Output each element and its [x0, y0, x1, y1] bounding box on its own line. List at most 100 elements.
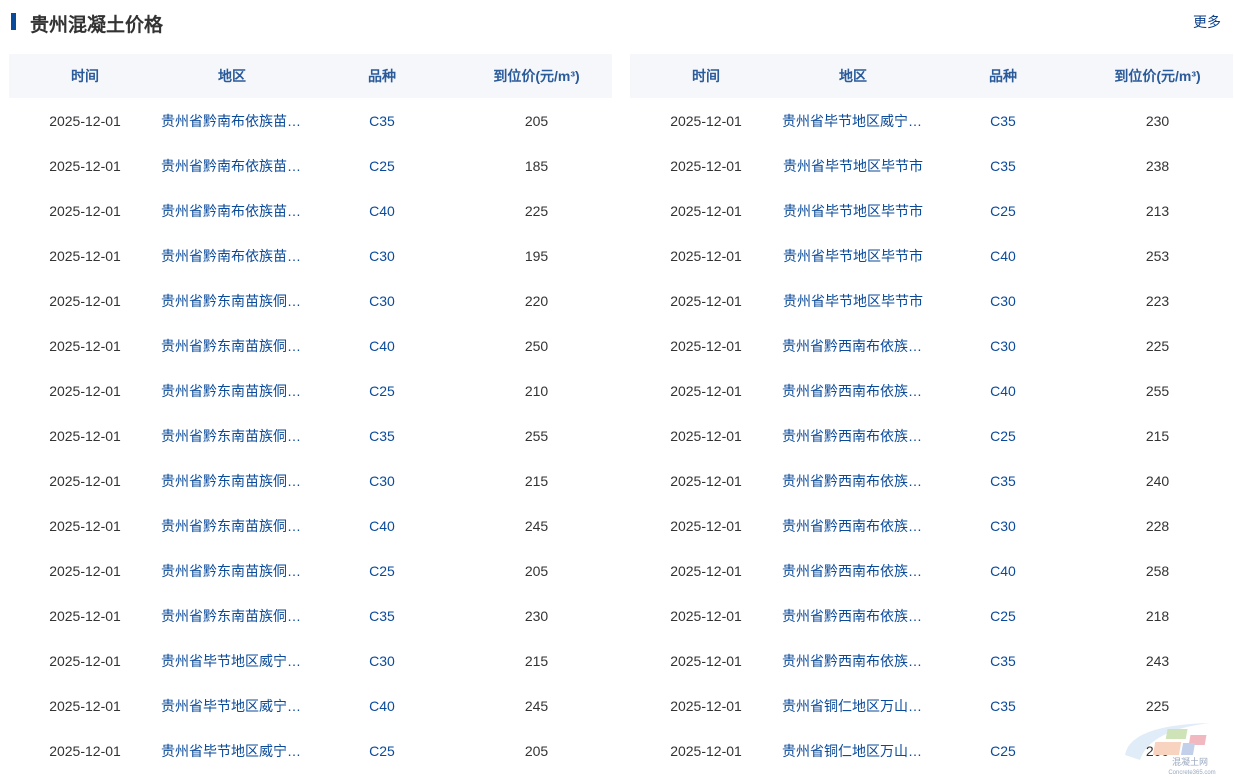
price-cell: 238	[1145, 157, 1170, 174]
grade-link[interactable]: C25	[924, 608, 1082, 624]
grade-link[interactable]: C25	[924, 743, 1082, 759]
header-grade: 品种	[989, 68, 1017, 84]
region-link[interactable]: 贵州省黔东南苗族侗族...	[161, 471, 303, 491]
grade-link[interactable]: C35	[924, 113, 1082, 129]
table-row: 2025-12-01 贵州省黔东南苗族侗族... C40 250	[9, 323, 612, 368]
grade-link[interactable]: C30	[303, 293, 461, 309]
price-cell: 215	[524, 472, 549, 489]
table-row: 2025-12-01 贵州省黔西南布依族苗... C25 218	[630, 593, 1233, 638]
region-link[interactable]: 贵州省铜仁地区万山特区	[782, 741, 924, 761]
grade-link[interactable]: C35	[924, 653, 1082, 669]
region-link[interactable]: 贵州省黔东南苗族侗族...	[161, 336, 303, 356]
table-row: 2025-12-01 贵州省毕节地区威宁彝... C30 215	[9, 638, 612, 683]
region-link[interactable]: 贵州省毕节地区威宁彝...	[161, 651, 303, 671]
grade-link[interactable]: C30	[924, 338, 1082, 354]
region-link[interactable]: 贵州省黔西南布依族苗...	[782, 516, 924, 536]
region-link[interactable]: 贵州省毕节地区毕节市	[782, 201, 924, 221]
table-row: 2025-12-01 贵州省毕节地区毕节市 C30 223	[630, 278, 1233, 323]
date-cell: 2025-12-01	[670, 742, 742, 759]
table-row: 2025-12-01 贵州省毕节地区威宁彝... C25 205	[9, 728, 612, 773]
grade-link[interactable]: C40	[924, 248, 1082, 264]
grade-link[interactable]: C40	[924, 563, 1082, 579]
grade-link[interactable]: C30	[303, 473, 461, 489]
table-row: 2025-12-01 贵州省黔西南布依族苗... C35 240	[630, 458, 1233, 503]
region-link[interactable]: 贵州省黔南布依族苗族...	[161, 111, 303, 131]
region-link[interactable]: 贵州省黔西南布依族苗...	[782, 336, 924, 356]
grade-link[interactable]: C35	[924, 698, 1082, 714]
region-link[interactable]: 贵州省铜仁地区万山特区	[782, 696, 924, 716]
grade-link[interactable]: C25	[303, 743, 461, 759]
grade-link[interactable]: C35	[924, 473, 1082, 489]
date-cell: 2025-12-01	[670, 472, 742, 489]
table-row: 2025-12-01 贵州省黔西南布依族苗... C25 215	[630, 413, 1233, 458]
price-cell: 255	[1145, 382, 1170, 399]
region-link[interactable]: 贵州省毕节地区威宁彝...	[782, 111, 924, 131]
grade-link[interactable]: C25	[924, 428, 1082, 444]
price-cell: 215	[1145, 427, 1170, 444]
title-accent-bar	[11, 13, 16, 30]
region-link[interactable]: 贵州省黔南布依族苗族...	[161, 246, 303, 266]
grade-link[interactable]: C40	[303, 518, 461, 534]
date-cell: 2025-12-01	[670, 382, 742, 399]
region-link[interactable]: 贵州省黔西南布依族苗...	[782, 561, 924, 581]
date-cell: 2025-12-01	[670, 652, 742, 669]
date-cell: 2025-12-01	[49, 427, 121, 444]
grade-link[interactable]: C35	[303, 608, 461, 624]
table-row: 2025-12-01 贵州省毕节地区毕节市 C25 213	[630, 188, 1233, 233]
region-link[interactable]: 贵州省黔西南布依族苗...	[782, 606, 924, 626]
grade-link[interactable]: C35	[303, 113, 461, 129]
region-link[interactable]: 贵州省黔东南苗族侗族...	[161, 561, 303, 581]
grade-link[interactable]: C25	[303, 383, 461, 399]
region-link[interactable]: 贵州省黔东南苗族侗族...	[161, 606, 303, 626]
header-grade: 品种	[368, 68, 396, 84]
header-price: 到位价(元/m³)	[1114, 68, 1201, 84]
date-cell: 2025-12-01	[49, 742, 121, 759]
table-row: 2025-12-01 贵州省黔东南苗族侗族... C25 210	[9, 368, 612, 413]
grade-link[interactable]: C30	[924, 293, 1082, 309]
region-link[interactable]: 贵州省毕节地区毕节市	[782, 246, 924, 266]
table-row: 2025-12-01 贵州省黔南布依族苗族... C35 205	[9, 98, 612, 143]
grade-link[interactable]: C40	[303, 338, 461, 354]
region-link[interactable]: 贵州省黔东南苗族侗族...	[161, 291, 303, 311]
grade-link[interactable]: C35	[303, 428, 461, 444]
grade-link[interactable]: C40	[303, 698, 461, 714]
region-link[interactable]: 贵州省黔东南苗族侗族...	[161, 381, 303, 401]
price-cell: 230	[1145, 112, 1170, 129]
date-cell: 2025-12-01	[670, 517, 742, 534]
region-link[interactable]: 贵州省毕节地区毕节市	[782, 156, 924, 176]
region-link[interactable]: 贵州省黔西南布依族苗...	[782, 471, 924, 491]
region-link[interactable]: 贵州省黔东南苗族侗族...	[161, 426, 303, 446]
grade-link[interactable]: C25	[303, 563, 461, 579]
region-link[interactable]: 贵州省黔南布依族苗族...	[161, 156, 303, 176]
table-row: 2025-12-01 贵州省黔西南布依族苗... C30 225	[630, 323, 1233, 368]
price-cell: 205	[524, 742, 549, 759]
grade-link[interactable]: C40	[303, 203, 461, 219]
region-link[interactable]: 贵州省毕节地区威宁彝...	[161, 741, 303, 761]
grade-link[interactable]: C30	[303, 248, 461, 264]
grade-link[interactable]: C30	[924, 518, 1082, 534]
date-cell: 2025-12-01	[670, 697, 742, 714]
grade-link[interactable]: C25	[303, 158, 461, 174]
concrete365-watermark-logo: 混凝土网 Concrete365.com	[1125, 723, 1216, 776]
region-link[interactable]: 贵州省毕节地区威宁彝...	[161, 696, 303, 716]
region-link[interactable]: 贵州省黔东南苗族侗族...	[161, 516, 303, 536]
table-row: 2025-12-01 贵州省黔东南苗族侗族... C25 205	[9, 548, 612, 593]
region-link[interactable]: 贵州省黔西南布依族苗...	[782, 426, 924, 446]
price-cell: 220	[524, 292, 549, 309]
region-link[interactable]: 贵州省毕节地区毕节市	[782, 291, 924, 311]
grade-link[interactable]: C40	[924, 383, 1082, 399]
grade-link[interactable]: C30	[303, 653, 461, 669]
more-link[interactable]: 更多	[1193, 12, 1221, 32]
price-cell: 205	[524, 112, 549, 129]
price-cell: 225	[1145, 337, 1170, 354]
table-header: 时间 地区 品种 到位价(元/m³)	[9, 54, 612, 98]
region-link[interactable]: 贵州省黔西南布依族苗...	[782, 381, 924, 401]
price-table-left: 时间 地区 品种 到位价(元/m³) 2025-12-01 贵州省黔南布依族苗族.…	[9, 54, 612, 773]
grade-link[interactable]: C25	[924, 203, 1082, 219]
table-row: 2025-12-01 贵州省黔东南苗族侗族... C35 230	[9, 593, 612, 638]
region-link[interactable]: 贵州省黔南布依族苗族...	[161, 201, 303, 221]
header-time: 时间	[71, 68, 99, 84]
region-link[interactable]: 贵州省黔西南布依族苗...	[782, 651, 924, 671]
grade-link[interactable]: C35	[924, 158, 1082, 174]
price-cell: 243	[1145, 652, 1170, 669]
